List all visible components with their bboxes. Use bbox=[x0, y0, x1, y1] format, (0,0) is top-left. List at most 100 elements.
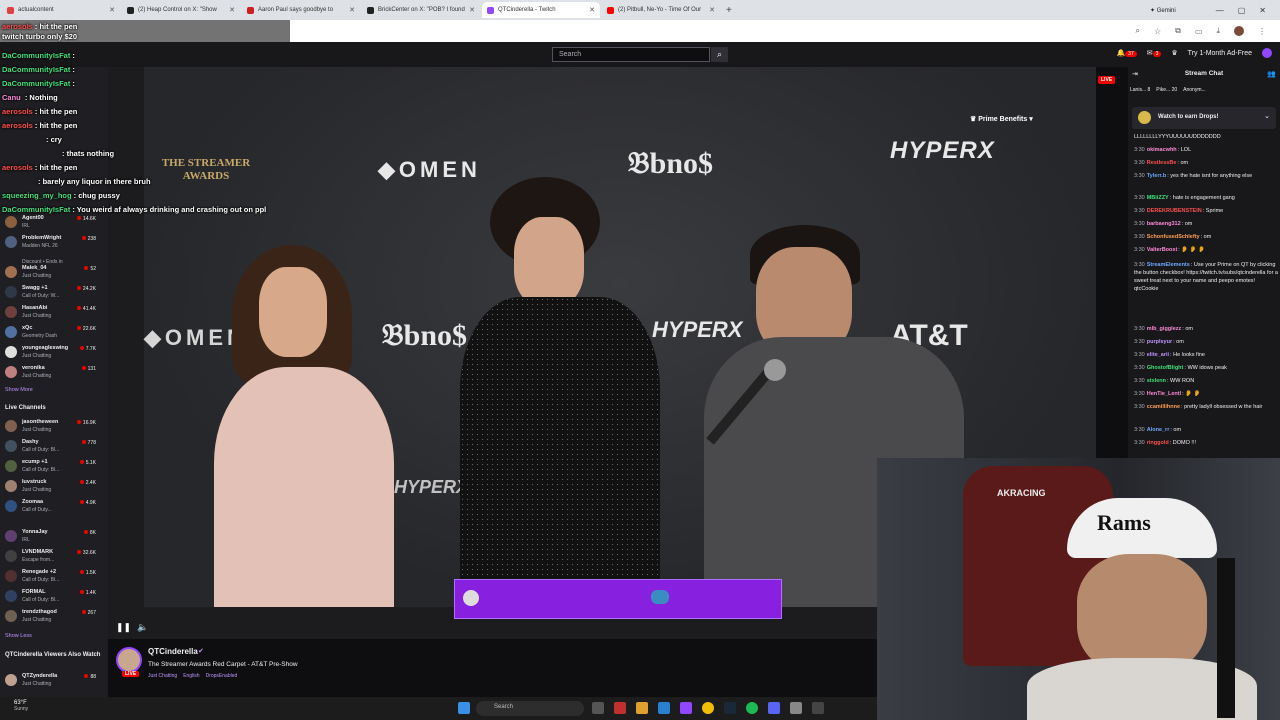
whispers-icon[interactable]: ✉ 3 bbox=[1147, 49, 1162, 57]
bookmark-star-icon[interactable]: ☆ bbox=[1154, 27, 1161, 36]
weather-widget[interactable]: 63°F Sunny bbox=[14, 700, 28, 712]
bnos-logo: 𝔅bno$ bbox=[382, 319, 468, 352]
volume-icon[interactable]: 🔈 bbox=[137, 622, 148, 633]
tab-close-icon[interactable]: ✕ bbox=[349, 6, 355, 14]
alert-banner bbox=[454, 579, 782, 619]
windows-start-icon[interactable] bbox=[458, 702, 470, 714]
live-tag: LIVE bbox=[122, 671, 140, 677]
minimize-button[interactable]: — bbox=[1216, 6, 1224, 15]
channel-avatar bbox=[5, 216, 17, 228]
ad-free-button[interactable]: Try 1-Month Ad-Free bbox=[1188, 50, 1252, 57]
video-controls: ❚❚ 🔈 bbox=[116, 622, 148, 633]
chrome-icon[interactable] bbox=[702, 702, 714, 714]
file-explorer-icon[interactable] bbox=[636, 702, 648, 714]
sidebar-channel[interactable]: HasanAbi Just Chatting 41.4K bbox=[0, 303, 108, 323]
tab-close-icon[interactable]: ✕ bbox=[109, 6, 115, 14]
chat-message: 3:30 purplsyur: om bbox=[1134, 339, 1184, 345]
tab-favicon-icon bbox=[7, 6, 14, 14]
sidebar-channel[interactable]: Swagg +1 Call of Duty: W... 24.2K bbox=[0, 283, 108, 303]
microphone-head bbox=[764, 359, 786, 381]
app-icon[interactable] bbox=[812, 702, 824, 714]
download-icon[interactable]: ⤓ bbox=[1216, 26, 1220, 36]
prime-benefits-button[interactable]: ♛ Prime Benefits ▾ bbox=[970, 115, 1033, 123]
browser-tab[interactable]: BrickCenter on X: "POB? I found ✕ bbox=[362, 2, 480, 18]
chevron-down-icon[interactable]: ⌄ bbox=[1264, 112, 1270, 120]
menu-icon[interactable]: ⋮ bbox=[1258, 27, 1266, 36]
tab-close-icon[interactable]: ✕ bbox=[589, 6, 595, 14]
show-less-link[interactable]: Show Less bbox=[5, 633, 32, 639]
tag-link[interactable]: English bbox=[183, 673, 199, 679]
notifications-icon[interactable]: 🔔 37 bbox=[1116, 49, 1137, 57]
chat-message: 3:30 ValterBoost: 👂 👂 👂 bbox=[1134, 247, 1205, 253]
profile-avatar[interactable] bbox=[1234, 26, 1244, 36]
pause-icon[interactable]: ❚❚ bbox=[116, 622, 131, 633]
new-tab-button[interactable]: + bbox=[726, 5, 732, 16]
sidebar-channel[interactable]: YonnaJay IRL 8K bbox=[0, 527, 108, 547]
sidebar-channel[interactable]: Zoomaa Call of Duty... 4.9K bbox=[0, 497, 108, 517]
sidebar-channel[interactable]: Agent00 IRL 14.6K bbox=[0, 213, 108, 233]
twitch-top-nav: Search ⌕ 🔔 37 ✉ 3 ♛ Try 1-Month Ad-Free bbox=[0, 42, 1280, 67]
twitch-icon[interactable] bbox=[680, 702, 692, 714]
sidebar-channel[interactable]: QTZynderella Just Chatting 88 bbox=[0, 671, 108, 691]
chat-message: 3:30 RestlessBe: om bbox=[1134, 160, 1189, 166]
live-badge: LIVE bbox=[1098, 76, 1116, 84]
browser-tab[interactable]: (2) Pitbull, Ne-Yo - Time Of Our ✕ bbox=[602, 2, 720, 18]
chat-message: 3:30 SchonfusedSchlefty: om bbox=[1134, 234, 1212, 240]
omen-logo: ◆OMEN bbox=[378, 157, 481, 182]
tab-close-icon[interactable]: ✕ bbox=[469, 6, 475, 14]
extensions-icon[interactable]: ⧉ bbox=[1175, 26, 1181, 36]
edge-icon[interactable] bbox=[658, 702, 670, 714]
sidebar-channel[interactable]: veronika Just Chatting 131 bbox=[0, 363, 108, 383]
sidebar-channel[interactable]: LVNDMARK Escape from... 32.6K bbox=[0, 547, 108, 567]
browser-tab[interactable]: (2) Heap Control on X: "Show ✕ bbox=[122, 2, 240, 18]
streamer-avatar[interactable] bbox=[116, 647, 142, 673]
search-input[interactable]: Search bbox=[552, 47, 710, 62]
chair-brand: AKRACING bbox=[997, 488, 1046, 498]
sidebar-channel[interactable]: jasontheween Just Chatting 16.9K bbox=[0, 417, 108, 437]
sidebar-channel[interactable]: luvstruck Just Chatting 2.4K bbox=[0, 477, 108, 497]
tab-favicon-icon bbox=[367, 6, 374, 14]
gemini-button[interactable]: ✦ Gemini bbox=[1150, 7, 1176, 14]
search-icon[interactable]: ⌕ bbox=[711, 47, 728, 62]
user-avatar[interactable] bbox=[1262, 48, 1272, 58]
streamer-name[interactable]: QTCinderella bbox=[148, 647, 198, 656]
category-link[interactable]: Just Chatting bbox=[148, 673, 177, 679]
show-more-link[interactable]: Show More bbox=[5, 387, 33, 393]
task-view-icon[interactable] bbox=[592, 702, 604, 714]
overlay-chat-line: DaCommunityIsFat: You weird af always dr… bbox=[2, 205, 267, 214]
tag-link[interactable]: DropsEnabled bbox=[206, 673, 238, 679]
chat-message: 3:30 stxlenn: WW RON bbox=[1134, 378, 1195, 384]
browser-tab[interactable]: Aaron Paul says goodbye to ✕ bbox=[242, 2, 360, 18]
sidebar-icon[interactable]: ▭ bbox=[1195, 27, 1203, 36]
sidebar-channel[interactable]: FORMAL Call of Duty: Bl... 1.4K bbox=[0, 587, 108, 607]
taskbar-search[interactable]: Search bbox=[476, 701, 584, 716]
sidebar-channel[interactable]: Dashy Call of Duty: Bl... 778 bbox=[0, 437, 108, 457]
discord-icon[interactable] bbox=[768, 702, 780, 714]
channel-avatar bbox=[5, 480, 17, 492]
windows-taskbar: 63°F Sunny Search bbox=[0, 697, 877, 720]
channel-avatar bbox=[5, 440, 17, 452]
app-icon[interactable] bbox=[614, 702, 626, 714]
users-icon[interactable]: 👥 bbox=[1267, 70, 1276, 78]
sidebar-channel[interactable]: trendzthagod Just Chatting 267 bbox=[0, 607, 108, 627]
sidebar-channel[interactable]: xQc Geometry Dash 22.6K bbox=[0, 323, 108, 343]
channel-avatar bbox=[5, 674, 17, 686]
sidebar-channel[interactable]: ecump +1 Call of Duty: Bl... 5.1K bbox=[0, 457, 108, 477]
close-window-button[interactable]: ✕ bbox=[1259, 6, 1266, 15]
maximize-button[interactable]: ▢ bbox=[1238, 6, 1246, 15]
tab-close-icon[interactable]: ✕ bbox=[229, 6, 235, 14]
browser-tab-active[interactable]: QTCinderella - Twitch ✕ bbox=[482, 2, 600, 18]
spotify-icon[interactable] bbox=[746, 702, 758, 714]
drops-banner[interactable]: Watch to earn Drops! ⌄ bbox=[1132, 107, 1276, 129]
zoom-icon[interactable]: ⌕ bbox=[1136, 26, 1140, 36]
stream-chat: ⇥ Stream Chat 👥 Lanis... 8 Pike... 20 An… bbox=[1128, 67, 1280, 458]
sidebar-channel[interactable]: youngeagleswing Just Chatting 7.7K bbox=[0, 343, 108, 363]
sidebar-channel[interactable]: Malek_04 Just Chatting 52 bbox=[0, 263, 108, 283]
tab-favicon-icon bbox=[247, 6, 254, 14]
overlay-chat-line: DaCommunityIsFat: bbox=[2, 65, 75, 74]
sidebar-channel[interactable]: Renegade +2 Call of Duty: Bl... 1.5K bbox=[0, 567, 108, 587]
steam-icon[interactable] bbox=[724, 702, 736, 714]
browser-tab[interactable]: actualcontent ✕ bbox=[2, 2, 120, 18]
tab-close-icon[interactable]: ✕ bbox=[709, 6, 715, 14]
app-icon[interactable] bbox=[790, 702, 802, 714]
